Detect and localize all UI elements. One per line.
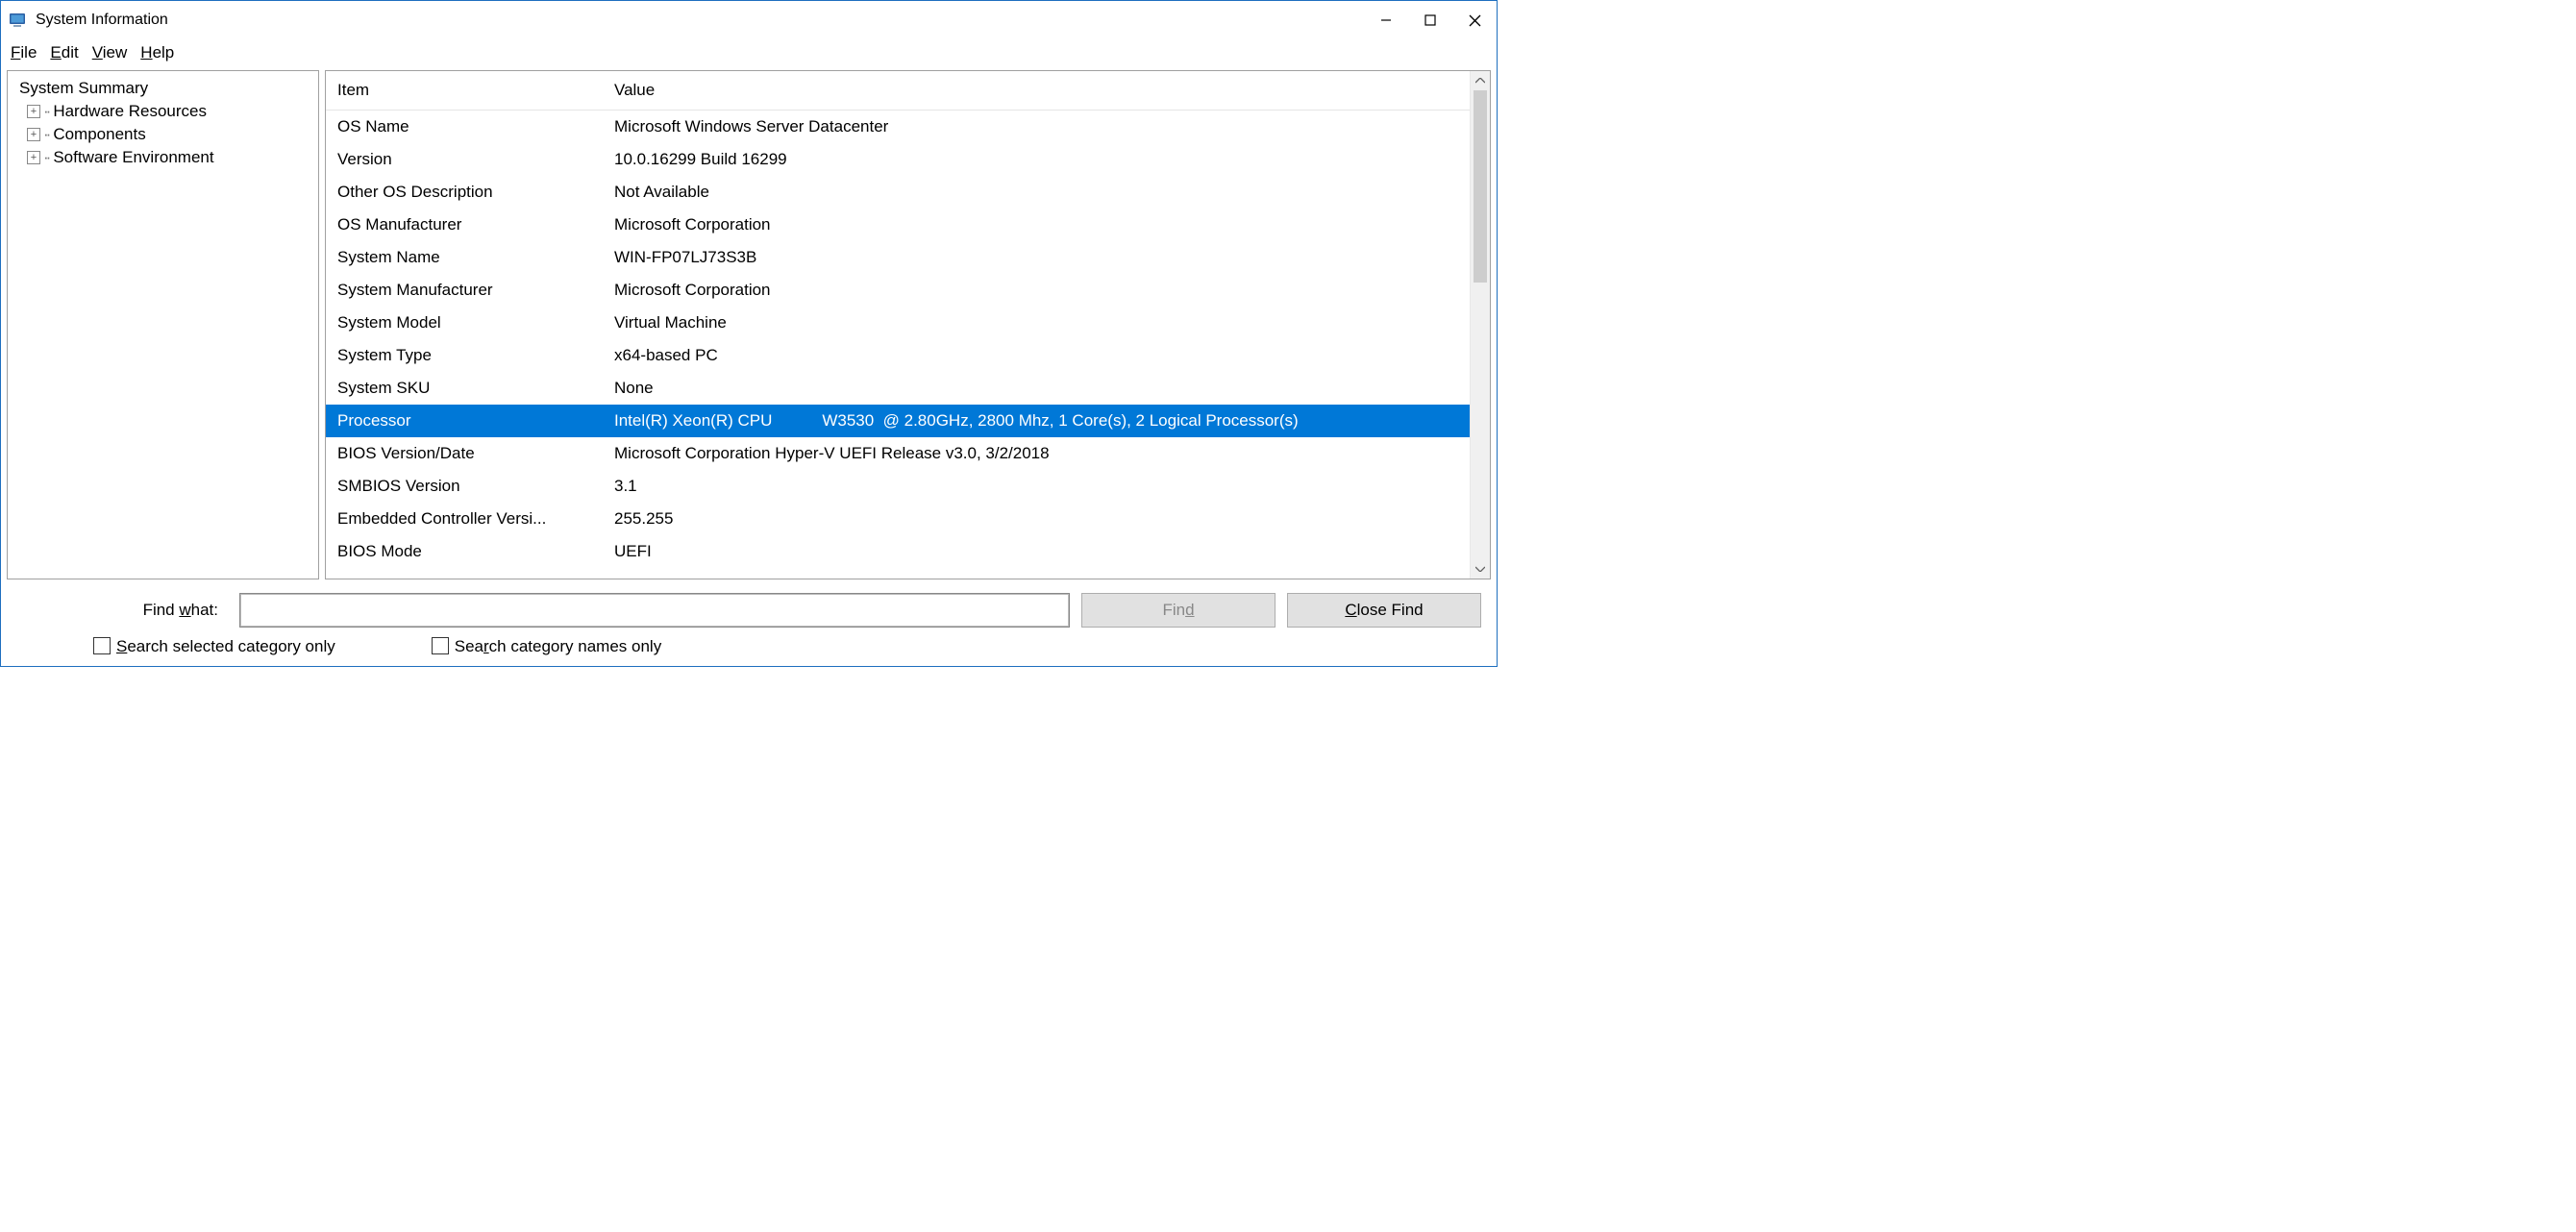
titlebar[interactable]: System Information — [1, 1, 1497, 39]
expand-icon[interactable]: + — [27, 128, 40, 141]
table-row[interactable]: Embedded Controller Versi...255.255 — [326, 503, 1470, 535]
search-category-names-checkbox[interactable]: Search category names only — [432, 637, 661, 656]
listview[interactable]: Item Value OS NameMicrosoft Windows Serv… — [326, 71, 1470, 579]
table-row[interactable]: BIOS Version/DateMicrosoft Corporation H… — [326, 437, 1470, 470]
table-row[interactable]: System ModelVirtual Machine — [326, 307, 1470, 339]
menu-edit[interactable]: Edit — [50, 43, 78, 62]
tree-item-label: Components — [53, 125, 145, 144]
cell-value: None — [614, 379, 1458, 398]
scroll-thumb[interactable] — [1474, 90, 1487, 283]
cell-item: Processor — [337, 411, 614, 431]
system-info-icon — [9, 12, 28, 29]
cell-value: UEFI — [614, 542, 1458, 561]
cell-value: 3.1 — [614, 477, 1458, 496]
table-row[interactable]: System SKUNone — [326, 372, 1470, 405]
cell-value: Microsoft Windows Server Datacenter — [614, 117, 1458, 136]
table-row[interactable]: Version10.0.16299 Build 16299 — [326, 143, 1470, 176]
table-row[interactable]: OS NameMicrosoft Windows Server Datacent… — [326, 111, 1470, 143]
col-header-value[interactable]: Value — [614, 81, 1458, 100]
tree-item-label: Software Environment — [53, 148, 213, 167]
client-area: System Summary +··Hardware Resources+··C… — [1, 70, 1497, 587]
cell-item: System SKU — [337, 379, 614, 398]
cell-item: System Model — [337, 313, 614, 333]
tree-root-system-summary[interactable]: System Summary — [15, 77, 310, 100]
cell-item: System Manufacturer — [337, 281, 614, 300]
table-row[interactable]: BIOS ModeUEFI — [326, 535, 1470, 568]
close-button[interactable] — [1452, 1, 1497, 39]
listview-header[interactable]: Item Value — [326, 71, 1470, 111]
cell-value: WIN-FP07LJ73S3B — [614, 248, 1458, 267]
cell-value: Microsoft Corporation — [614, 215, 1458, 234]
cell-item: OS Manufacturer — [337, 215, 614, 234]
window-controls — [1364, 1, 1497, 39]
system-information-window: System Information File Edit View Help S… — [0, 0, 1498, 667]
cell-value: Intel(R) Xeon(R) CPU W3530 @ 2.80GHz, 28… — [614, 411, 1458, 431]
table-row[interactable]: OS ManufacturerMicrosoft Corporation — [326, 209, 1470, 241]
cell-value: 255.255 — [614, 509, 1458, 529]
table-row[interactable]: System ManufacturerMicrosoft Corporation — [326, 274, 1470, 307]
tree-item-label: Hardware Resources — [53, 102, 207, 121]
cell-item: Embedded Controller Versi... — [337, 509, 614, 529]
minimize-button[interactable] — [1364, 1, 1408, 39]
scroll-up-icon[interactable] — [1471, 71, 1490, 90]
find-bar: Find what: Find Close Find Search select… — [1, 587, 1497, 666]
cell-value: Microsoft Corporation — [614, 281, 1458, 300]
cell-value: 10.0.16299 Build 16299 — [614, 150, 1458, 169]
cell-value: Not Available — [614, 183, 1458, 202]
search-selected-category-checkbox[interactable]: Search selected category only — [93, 637, 335, 656]
table-row[interactable]: Other OS DescriptionNot Available — [326, 176, 1470, 209]
scroll-down-icon[interactable] — [1471, 559, 1490, 579]
cell-item: OS Name — [337, 117, 614, 136]
cell-item: Other OS Description — [337, 183, 614, 202]
find-button[interactable]: Find — [1081, 593, 1276, 628]
cell-item: Version — [337, 150, 614, 169]
maximize-button[interactable] — [1408, 1, 1452, 39]
cell-item: BIOS Mode — [337, 542, 614, 561]
tree-item[interactable]: +··Hardware Resources — [15, 100, 310, 123]
col-header-item[interactable]: Item — [337, 81, 614, 100]
cell-item: System Name — [337, 248, 614, 267]
scroll-track[interactable] — [1471, 283, 1490, 559]
detail-pane: Item Value OS NameMicrosoft Windows Serv… — [325, 70, 1491, 579]
menu-help[interactable]: Help — [140, 43, 174, 62]
vertical-scrollbar[interactable] — [1470, 71, 1490, 579]
table-row[interactable]: SMBIOS Version3.1 — [326, 470, 1470, 503]
cell-value: Virtual Machine — [614, 313, 1458, 333]
expand-icon[interactable]: + — [27, 105, 40, 118]
table-row[interactable]: System Typex64-based PC — [326, 339, 1470, 372]
cell-item: System Type — [337, 346, 614, 365]
find-what-label: Find what: — [16, 601, 228, 620]
cell-value: Microsoft Corporation Hyper-V UEFI Relea… — [614, 444, 1458, 463]
cell-value: x64-based PC — [614, 346, 1458, 365]
table-row[interactable]: ProcessorIntel(R) Xeon(R) CPU W3530 @ 2.… — [326, 405, 1470, 437]
cell-item: SMBIOS Version — [337, 477, 614, 496]
window-title: System Information — [36, 12, 1364, 29]
expand-icon[interactable]: + — [27, 151, 40, 164]
tree-pane[interactable]: System Summary +··Hardware Resources+··C… — [7, 70, 319, 579]
tree-item[interactable]: +··Software Environment — [15, 146, 310, 169]
menu-file[interactable]: File — [11, 43, 37, 62]
table-row[interactable]: System NameWIN-FP07LJ73S3B — [326, 241, 1470, 274]
close-find-button[interactable]: Close Find — [1287, 593, 1481, 628]
menu-view[interactable]: View — [92, 43, 128, 62]
cell-item: BIOS Version/Date — [337, 444, 614, 463]
menubar: File Edit View Help — [1, 39, 1497, 70]
find-what-input[interactable] — [239, 593, 1070, 628]
tree-item[interactable]: +··Components — [15, 123, 310, 146]
